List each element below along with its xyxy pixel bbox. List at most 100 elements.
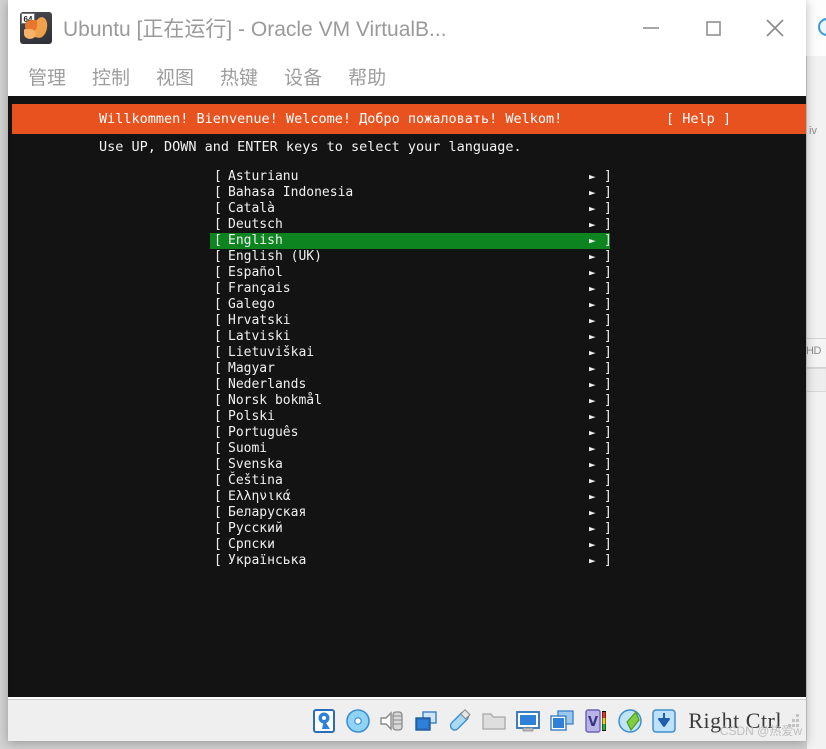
bracket-right: ] bbox=[604, 201, 612, 216]
bracket-left: [ bbox=[214, 233, 222, 248]
menu-item-help[interactable]: 帮助 bbox=[348, 63, 386, 90]
language-option[interactable]: [Lietuviškai ►] bbox=[210, 345, 612, 361]
language-name: Français bbox=[228, 281, 291, 296]
shared-folders-icon[interactable] bbox=[480, 707, 508, 735]
bracket-right: ] bbox=[604, 345, 612, 360]
language-option[interactable]: [Українська ►] bbox=[210, 553, 612, 569]
maximize-button[interactable] bbox=[682, 0, 744, 56]
language-name: English bbox=[228, 233, 283, 248]
language-option[interactable]: [Bahasa Indonesia ►] bbox=[210, 185, 612, 201]
submenu-arrow-icon: ► bbox=[589, 554, 596, 567]
maximize-icon bbox=[706, 21, 721, 36]
background-text-fragment-1: iv bbox=[809, 125, 817, 137]
minimize-button[interactable] bbox=[620, 0, 682, 56]
help-button[interactable]: [ Help ] bbox=[666, 104, 731, 134]
language-option[interactable]: [Español ►] bbox=[210, 265, 612, 281]
language-option[interactable]: [Беларуская ►] bbox=[210, 505, 612, 521]
language-name: Svenska bbox=[228, 457, 283, 472]
close-button[interactable] bbox=[744, 0, 806, 56]
language-option[interactable]: [Latviski ►] bbox=[210, 329, 612, 345]
language-option[interactable]: [Suomi ►] bbox=[210, 441, 612, 457]
menubar: 管理 控制 视图 热键 设备 帮助 bbox=[8, 56, 806, 96]
submenu-arrow-icon: ► bbox=[589, 330, 596, 343]
window-controls bbox=[620, 0, 806, 56]
language-option[interactable]: [Deutsch ►] bbox=[210, 217, 612, 233]
bracket-right: ] bbox=[604, 441, 612, 456]
menu-item-control[interactable]: 控制 bbox=[92, 63, 130, 90]
bracket-right: ] bbox=[604, 425, 612, 440]
menu-item-manage[interactable]: 管理 bbox=[28, 63, 66, 90]
language-option[interactable]: [Norsk bokmål ►] bbox=[210, 393, 612, 409]
submenu-arrow-icon: ► bbox=[589, 266, 596, 279]
language-name: Ελληνικά bbox=[228, 489, 291, 504]
submenu-arrow-icon: ► bbox=[589, 442, 596, 455]
mouse-integration-icon[interactable] bbox=[616, 707, 644, 735]
submenu-arrow-icon: ► bbox=[589, 506, 596, 519]
resize-grip[interactable] bbox=[788, 713, 800, 728]
status-icon-group: V bbox=[310, 707, 678, 735]
language-option[interactable]: [Asturianu ►] bbox=[210, 169, 612, 185]
bracket-right: ] bbox=[604, 393, 612, 408]
submenu-arrow-icon: ► bbox=[589, 186, 596, 199]
keyboard-capture-icon[interactable] bbox=[650, 707, 678, 735]
hard-disk-icon[interactable] bbox=[310, 707, 338, 735]
language-name: Español bbox=[228, 265, 283, 280]
recording-icon[interactable] bbox=[548, 707, 576, 735]
language-name: Polski bbox=[228, 409, 275, 424]
submenu-arrow-icon: ► bbox=[589, 490, 596, 503]
language-option[interactable]: [English ►] bbox=[210, 233, 612, 249]
language-option[interactable]: [Српски ►] bbox=[210, 537, 612, 553]
language-option[interactable]: [Русский ►] bbox=[210, 521, 612, 537]
language-name: Српски bbox=[228, 537, 275, 552]
network-icon[interactable] bbox=[412, 707, 440, 735]
submenu-arrow-icon: ► bbox=[589, 378, 596, 391]
language-list[interactable]: [Asturianu ►] [Bahasa Indonesia ►] [ Català ►]… bbox=[210, 169, 612, 569]
bracket-left: [ bbox=[214, 345, 222, 360]
language-name: Galego bbox=[228, 297, 275, 312]
bracket-right: ] bbox=[604, 313, 612, 328]
language-option[interactable]: [Magyar ►] bbox=[210, 361, 612, 377]
audio-icon[interactable] bbox=[378, 707, 406, 735]
language-option[interactable]: [ Svenska ►] bbox=[210, 457, 612, 473]
window-titlebar[interactable]: 64 Ubuntu [正在运行] - Oracle VM VirtualB... bbox=[8, 0, 806, 56]
submenu-arrow-icon: ► bbox=[589, 202, 596, 215]
submenu-arrow-icon: ► bbox=[589, 298, 596, 311]
screen-root: iv HD 64 Ubuntu [正在运行] - Oracle VM Virtu… bbox=[0, 0, 826, 749]
host-key-label: Right Ctrl bbox=[688, 707, 782, 733]
svg-text:V: V bbox=[588, 715, 598, 730]
vm-guest-screen[interactable]: Willkommen! Bienvenue! Welcome! Добро по… bbox=[8, 96, 806, 697]
bracket-left: [ bbox=[214, 457, 222, 472]
language-option[interactable]: [Galego ►] bbox=[210, 297, 612, 313]
bracket-right: ] bbox=[604, 217, 612, 232]
submenu-arrow-icon: ► bbox=[589, 410, 596, 423]
language-name: Català bbox=[228, 201, 275, 216]
submenu-arrow-icon: ► bbox=[589, 522, 596, 535]
submenu-arrow-icon: ► bbox=[589, 458, 596, 471]
usb-icon[interactable] bbox=[446, 707, 474, 735]
language-option[interactable]: [Polski ►] bbox=[210, 409, 612, 425]
optical-drive-icon[interactable] bbox=[344, 707, 372, 735]
bracket-left: [ bbox=[214, 281, 222, 296]
language-option[interactable]: [English (UK) ►] bbox=[210, 249, 612, 265]
language-option[interactable]: [Hrvatski ►] bbox=[210, 313, 612, 329]
virtualization-icon[interactable]: V bbox=[582, 707, 610, 735]
bracket-right: ] bbox=[604, 553, 612, 568]
menu-item-view[interactable]: 视图 bbox=[156, 63, 194, 90]
language-option[interactable]: [Ελληνικά ►] bbox=[210, 489, 612, 505]
bracket-left: [ bbox=[214, 249, 222, 264]
bracket-right: ] bbox=[604, 361, 612, 376]
menu-item-devices[interactable]: 设备 bbox=[284, 63, 322, 90]
language-option[interactable]: [Čeština ►] bbox=[210, 473, 612, 489]
language-option[interactable]: [Nederlands ►] bbox=[210, 377, 612, 393]
language-option[interactable]: [Português ►] bbox=[210, 425, 612, 441]
bracket-right: ] bbox=[604, 281, 612, 296]
menu-item-hotkey[interactable]: 热键 bbox=[220, 63, 258, 90]
language-name: Magyar bbox=[228, 361, 275, 376]
bracket-left: [ bbox=[214, 265, 222, 280]
language-option[interactable]: [Català ►] bbox=[210, 201, 612, 217]
display-icon[interactable] bbox=[514, 707, 542, 735]
instruction-text: Use UP, DOWN and ENTER keys to select yo… bbox=[99, 139, 522, 155]
language-option[interactable]: [Français ►] bbox=[210, 281, 612, 297]
bracket-left: [ bbox=[214, 553, 222, 568]
bracket-right: ] bbox=[604, 457, 612, 472]
